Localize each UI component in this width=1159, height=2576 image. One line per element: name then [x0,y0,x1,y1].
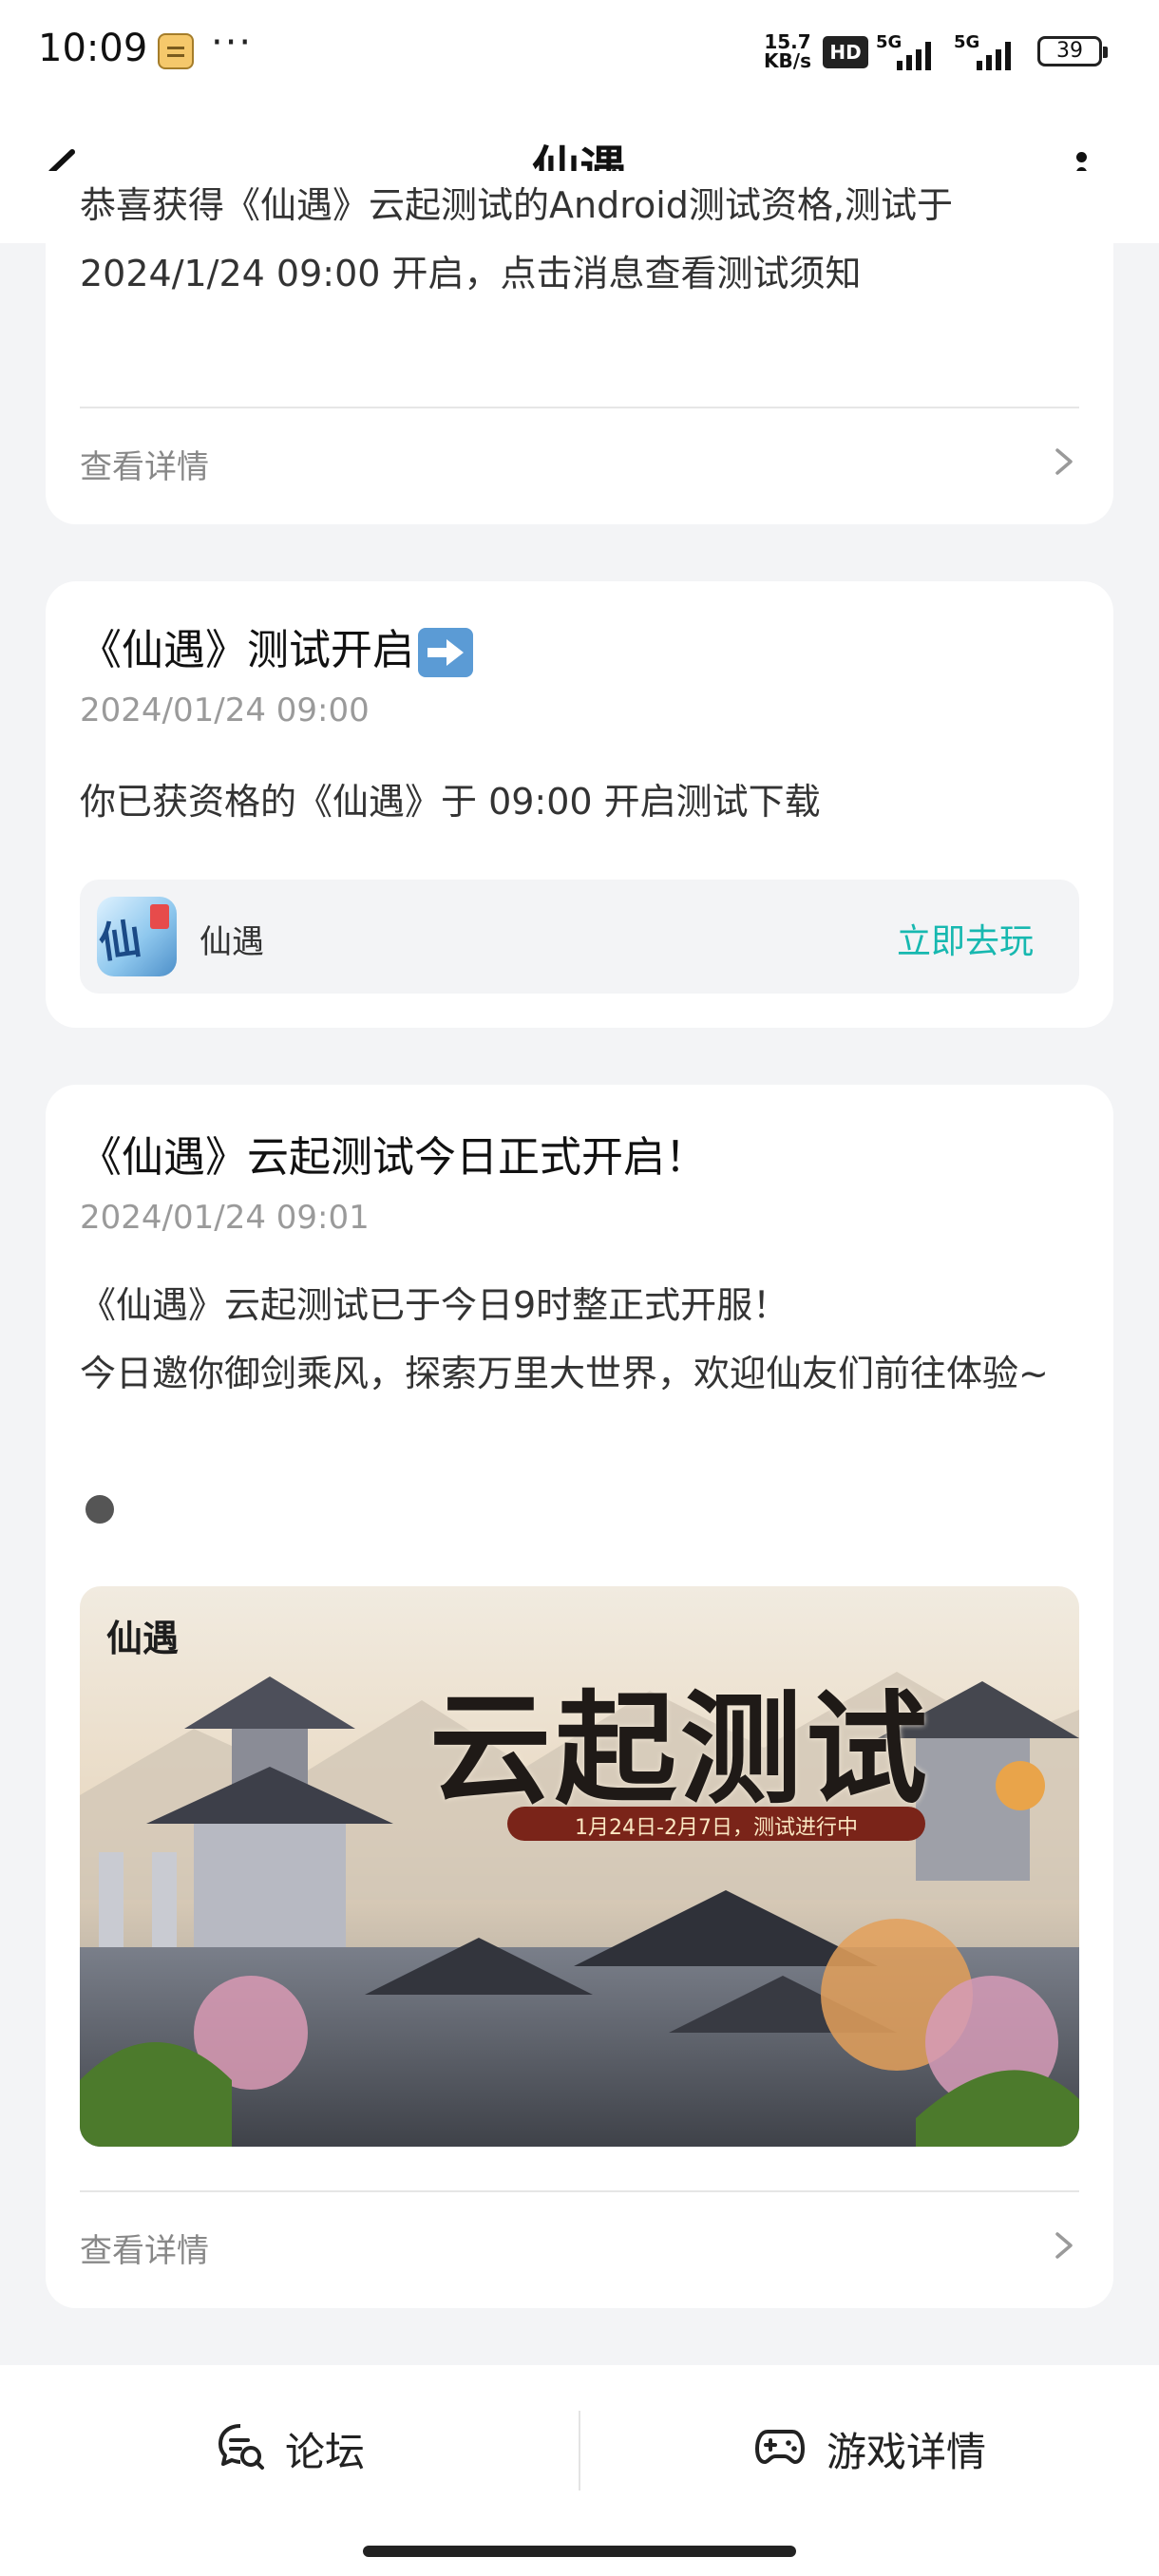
message-title: 《仙遇》云起测试今日正式开启！ [80,1133,707,1182]
network-speed-unit: KB/s [764,49,811,72]
message-body: 你已获资格的《仙遇》于 09:00 开启测试下载 [80,781,821,823]
view-details-link[interactable]: 查看详情 [46,408,1113,513]
message-date: 2024/01/24 09:00 [80,691,370,729]
signal-sim1-label: 5G [876,32,902,52]
right-arrow-emoji-icon [418,628,473,677]
battery-icon: 39 [1037,36,1108,66]
more-dot [1076,152,1087,162]
status-bar: 10:09 ··· 15.7 KB/s HD 5G 5G 39 [0,0,1159,104]
game-entry[interactable]: 仙遇 仙遇 立即去玩 [80,880,1079,994]
network-speed-value: 15.7 [764,30,811,53]
message-body: 《仙遇》云起测试已于今日9时整正式开服！ 今日邀你御剑乘风，探索万里大世界，欢迎… [80,1271,1087,1408]
game-details-button[interactable]: 游戏详情 [581,2365,1159,2527]
message-body-line: 《仙遇》云起测试已于今日9时整正式开服！ [80,1284,789,1326]
home-indicator[interactable] [363,2546,796,2557]
game-app-icon: 仙遇 [97,897,177,976]
forum-button[interactable]: 论坛 [0,2365,578,2527]
more-notifications-indicator: ··· [211,21,254,65]
network-speed: 15.7 KB/s [763,32,812,70]
signal-sim2-label: 5G [954,32,980,52]
signal-sim2-icon: 5G [954,32,1026,70]
play-now-button[interactable]: 立即去玩 [897,914,1034,963]
gamepad-icon [754,2420,806,2472]
message-body: 恭喜获得《仙遇》云起测试的Android测试资格,测试于2024/1/24 09… [80,184,953,294]
message-date: 2024/01/24 09:01 [80,1199,370,1237]
hd-voice-icon: HD [823,36,868,68]
chevron-right-icon [1053,2228,1075,2263]
game-icon-logo: 仙遇 [97,914,153,976]
forum-chat-icon [215,2420,266,2472]
message-title-text: 《仙遇》测试开启 [80,626,414,674]
status-time: 10:09 [38,27,148,70]
game-details-label: 游戏详情 [826,2429,987,2475]
message-card[interactable]: 《仙遇》测试开启 2024/01/24 09:00 你已获资格的《仙遇》于 09… [46,581,1113,1028]
bottom-action-bar: 论坛 游戏详情 [0,2365,1159,2576]
message-body-line: 今日邀你御剑乘风，探索万里大世界，欢迎仙友们前往体验~ [80,1353,1049,1394]
event-banner-image[interactable]: 仙遇 云起测试 1月24日-2月7日，测试进行中 [80,1586,1079,2147]
banner-subtitle: 1月24日-2月7日，测试进行中 [575,1816,858,1840]
banner-headline: 云起测试 [429,1678,932,1821]
message-title: 《仙遇》测试开启 [80,616,473,677]
view-details-label: 查看详情 [80,2232,209,2270]
banner-logo: 仙遇 [106,1617,180,1659]
message-card[interactable]: 恭喜获得《仙遇》云起测试的Android测试资格,测试于2024/1/24 09… [46,171,1113,524]
view-details-link[interactable]: 查看详情 [46,2192,1113,2297]
message-notification-icon [158,33,194,69]
divider [579,2411,580,2491]
message-card[interactable]: 《仙遇》云起测试今日正式开启！ 2024/01/24 09:01 《仙遇》云起测… [46,1085,1113,2308]
view-details-label: 查看详情 [80,448,209,486]
forum-label: 论坛 [285,2429,366,2475]
chevron-right-icon [1053,445,1075,479]
signal-sim1-icon: 5G [876,32,939,70]
bullet-icon [86,1495,114,1524]
game-name: 仙遇 [200,923,264,961]
